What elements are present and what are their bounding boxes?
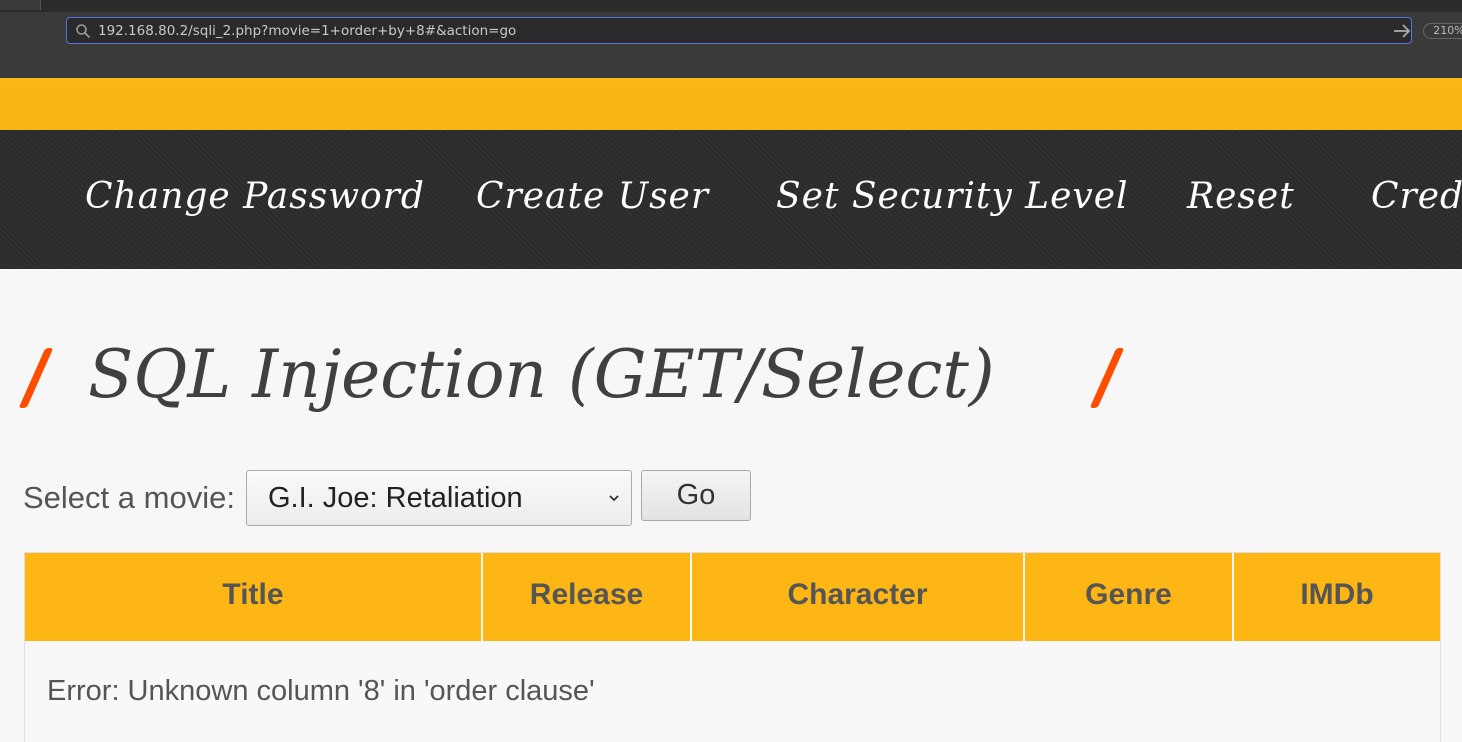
results-table: Title Release Character Genre IMDb Error… [24, 552, 1441, 742]
menu-item-credits[interactable]: Credi [1371, 176, 1462, 217]
url-text[interactable]: 192.168.80.2/sqli_2.php?movie=1+order+by… [98, 23, 516, 39]
select-movie-label: Select a movie: [23, 480, 235, 515]
search-icon [76, 24, 91, 39]
arrow-right-icon[interactable] [1393, 23, 1411, 39]
zoom-level-badge[interactable]: 210% [1423, 23, 1462, 39]
sql-error-message: Error: Unknown column '8' in 'order clau… [47, 675, 595, 707]
menu-item-reset[interactable]: Reset [1187, 176, 1295, 217]
menu-item-create-user[interactable]: Create User [476, 176, 709, 217]
menu-item-set-security-level[interactable]: Set Security Level [776, 176, 1129, 217]
title-slash-right [1089, 348, 1125, 408]
column-header-title: Title [25, 553, 483, 641]
browser-tab[interactable] [0, 0, 41, 10]
column-header-imdb: IMDb [1234, 553, 1440, 641]
main-menu: Change Password Create User Set Security… [0, 130, 1462, 269]
chevron-down-icon[interactable] [607, 491, 621, 505]
column-header-release: Release [483, 553, 692, 641]
column-header-genre: Genre [1025, 553, 1234, 641]
address-bar[interactable]: 192.168.80.2/sqli_2.php?movie=1+order+by… [66, 17, 1462, 44]
menu-item-change-password[interactable]: Change Password [85, 176, 425, 217]
movie-select-value[interactable]: G.I. Joe: Retaliation [268, 482, 523, 515]
table-header-row: Title Release Character Genre IMDb [25, 553, 1440, 641]
browser-toolbar: 192.168.80.2/sqli_2.php?movie=1+order+by… [0, 0, 1462, 79]
page-title-text: SQL Injection (GET/Select) [88, 336, 995, 413]
site-header-band [0, 78, 1462, 130]
column-header-character: Character [692, 553, 1025, 641]
go-button[interactable]: Go [641, 470, 751, 521]
title-slash-left [18, 348, 54, 408]
tab-strip [0, 0, 1462, 12]
movie-select[interactable]: G.I. Joe: Retaliation [246, 470, 632, 526]
